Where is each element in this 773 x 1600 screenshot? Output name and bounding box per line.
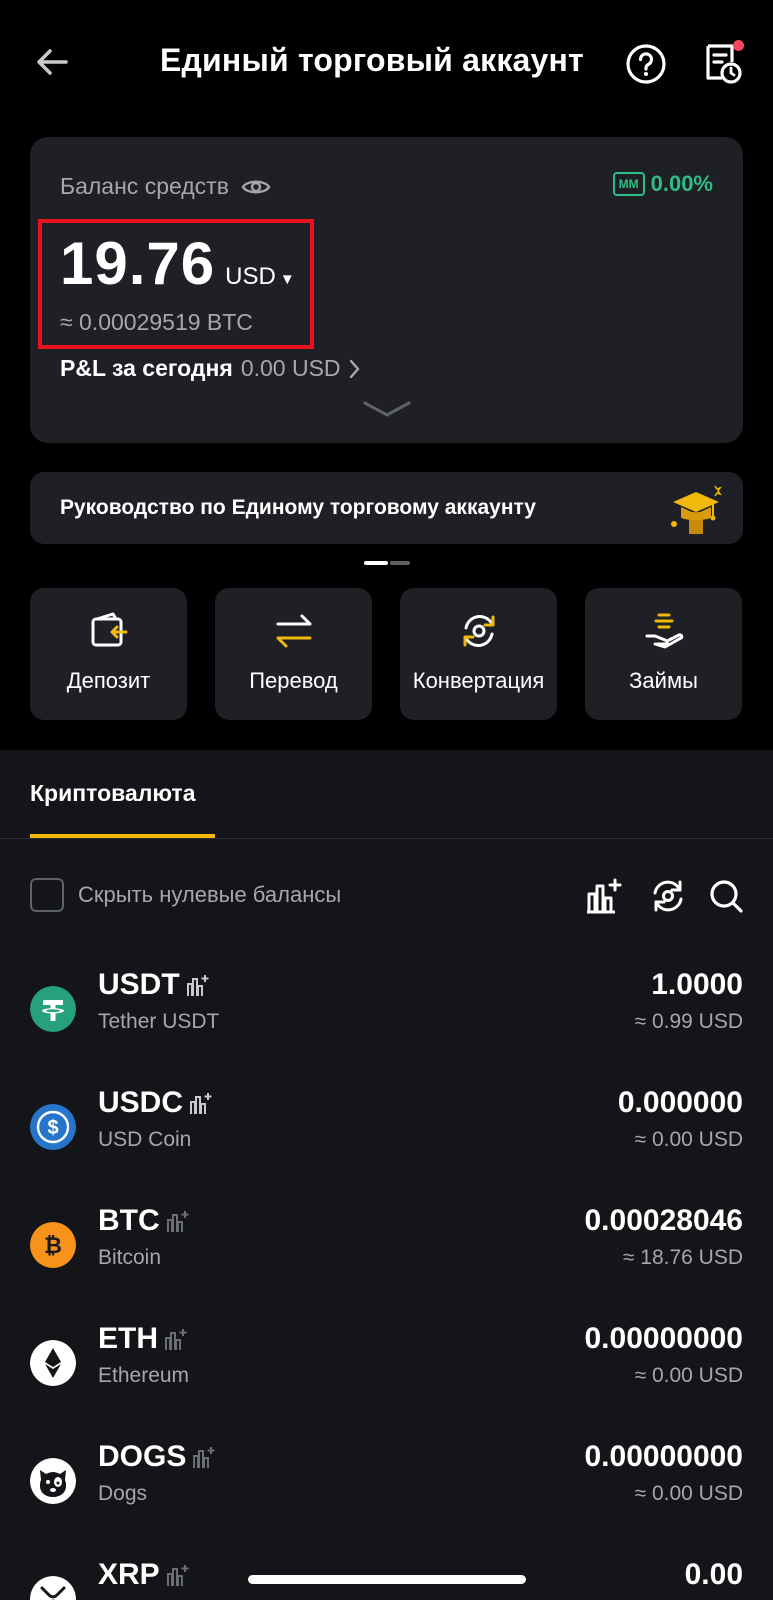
pnl-label: P&L за сегодня (60, 355, 233, 381)
chart-plus-icon[interactable] (162, 1326, 188, 1352)
asset-symbol-text: XRP (98, 1558, 160, 1591)
carousel-dot-active (364, 561, 388, 565)
guide-banner[interactable]: Руководство по Единому торговому аккаунт… (30, 472, 743, 544)
help-icon[interactable] (624, 42, 668, 86)
balance-amount: 19.76 USD ▼ (60, 229, 295, 298)
balance-label-row: Баланс средств (60, 173, 271, 200)
usdc-icon: $ (30, 1104, 76, 1150)
asset-symbol: BTC (98, 1204, 190, 1238)
filter-row: Скрыть нулевые балансы (30, 876, 743, 916)
convert-small-icon[interactable] (648, 876, 688, 916)
balance-value: 19.76 (60, 230, 216, 297)
asset-symbol-text: DOGS (98, 1440, 187, 1473)
asset-usd-value: ≈ 0.00 USD (634, 1482, 743, 1505)
asset-symbol: ETH (98, 1322, 188, 1356)
asset-name: Tether USDT (98, 1010, 220, 1033)
balance-card: Баланс средств MM 0.00% 19.76 USD ▼ ≈ 0.… (30, 137, 743, 443)
eye-icon[interactable] (241, 177, 271, 197)
asset-row-usdc[interactable]: $ USDC USD Coin 0.000000 ≈ 0.00 USD (30, 1086, 743, 1176)
carousel-dot (390, 561, 410, 565)
margin-ratio[interactable]: MM 0.00% (612, 171, 713, 197)
eth-icon (30, 1340, 76, 1386)
hide-zero-checkbox[interactable] (30, 878, 64, 912)
page-title: Единый торговый аккаунт (160, 42, 584, 78)
dogs-icon (30, 1458, 76, 1504)
caret-down-icon[interactable]: ▼ (280, 271, 295, 288)
assets-panel: Криптовалюта Скрыть нулевые балансы USDT (0, 750, 773, 1600)
asset-symbol-text: USDC (98, 1086, 184, 1119)
back-arrow-icon[interactable] (30, 40, 74, 84)
asset-amount: 0.000000 (617, 1086, 743, 1119)
asset-amount: 1.0000 (651, 968, 743, 1001)
deposit-button[interactable]: Депозит (30, 588, 187, 720)
btc-equivalent: ≈ 0.00029519 BTC (60, 309, 253, 335)
transfer-label: Перевод (249, 668, 338, 693)
tab-divider (0, 838, 773, 839)
chart-plus-icon[interactable] (190, 1444, 216, 1470)
search-icon[interactable] (706, 876, 746, 916)
chart-plus-icon[interactable] (187, 1090, 213, 1116)
mm-value: 0.00% (650, 171, 713, 196)
currency-selector[interactable]: USD (225, 263, 276, 291)
asset-name: USD Coin (98, 1128, 192, 1151)
asset-usd-value: ≈ 0.00 USD (634, 1364, 743, 1387)
asset-name: Dogs (98, 1482, 148, 1505)
usdt-icon (30, 986, 76, 1032)
asset-amount: 0.00 (684, 1558, 743, 1591)
quick-actions: Депозит Перевод Конвертация Займы (30, 588, 743, 720)
wallet-icon (91, 612, 128, 647)
asset-symbol-text: BTC (98, 1204, 160, 1237)
asset-symbol-text: ETH (98, 1322, 158, 1355)
asset-amount: 0.00028046 (584, 1204, 744, 1237)
expand-chevron-icon[interactable] (361, 399, 413, 419)
btc-icon: ₿ (30, 1222, 76, 1268)
convert-icon (463, 615, 495, 647)
asset-symbol-text: USDT (98, 968, 180, 1001)
top-bar: Единый торговый аккаунт (0, 0, 773, 130)
pnl-today[interactable]: P&L за сегодня 0.00 USD (60, 355, 361, 382)
asset-usd-value: ≈ 0.99 USD (634, 1010, 743, 1033)
asset-symbol: DOGS (98, 1440, 216, 1474)
transfer-button[interactable]: Перевод (215, 588, 372, 720)
asset-usd-value: ≈ 18.76 USD (622, 1246, 743, 1269)
transfer-icon (276, 614, 312, 648)
loans-button[interactable]: Займы (585, 588, 742, 720)
order-history-button[interactable] (700, 40, 744, 86)
asset-row-usdt[interactable]: USDT Tether USDT 1.0000 ≈ 0.99 USD (30, 968, 743, 1058)
svg-text:₿: ₿ (44, 1233, 62, 1258)
chevron-right-icon (349, 359, 360, 378)
chart-plus-icon[interactable] (583, 876, 623, 916)
convert-button[interactable]: Конвертация (400, 588, 557, 720)
asset-symbol: USDC (98, 1086, 213, 1120)
asset-amount: 0.00000000 (584, 1440, 744, 1473)
graduation-cap-icon (671, 485, 722, 534)
mm-badge: MM (612, 172, 645, 196)
loan-icon (645, 613, 684, 649)
asset-name: Ethereum (98, 1364, 190, 1387)
deposit-label: Депозит (66, 668, 151, 693)
asset-amount: 0.00000000 (584, 1322, 744, 1355)
svg-text:$: $ (47, 1117, 58, 1139)
asset-row-btc[interactable]: ₿ BTC Bitcoin 0.00028046 ≈ 18.76 USD (30, 1204, 743, 1294)
chart-plus-icon[interactable] (164, 1562, 190, 1588)
notification-dot (733, 40, 744, 51)
asset-symbol: USDT (98, 968, 210, 1002)
tab-crypto[interactable]: Криптовалюта (30, 780, 196, 807)
carousel-indicator (364, 561, 410, 565)
asset-name: Bitcoin (98, 1246, 162, 1269)
home-indicator[interactable] (248, 1575, 526, 1584)
asset-row-dogs[interactable]: DOGS Dogs 0.00000000 ≈ 0.00 USD (30, 1440, 743, 1530)
loans-label: Займы (629, 668, 698, 693)
chart-plus-icon[interactable] (184, 972, 210, 998)
asset-row-eth[interactable]: ETH Ethereum 0.00000000 ≈ 0.00 USD (30, 1322, 743, 1412)
asset-usd-value: ≈ 0.00 USD (634, 1128, 743, 1151)
asset-symbol: XRP (98, 1558, 190, 1592)
guide-text: Руководство по Единому торговому аккаунт… (60, 496, 536, 519)
chart-plus-icon[interactable] (164, 1208, 190, 1234)
convert-label: Конвертация (412, 668, 545, 693)
xrp-icon (30, 1576, 76, 1600)
hide-zero-label[interactable]: Скрыть нулевые балансы (78, 882, 341, 908)
balance-label: Баланс средств (60, 173, 229, 199)
pnl-value: 0.00 USD (240, 355, 341, 381)
